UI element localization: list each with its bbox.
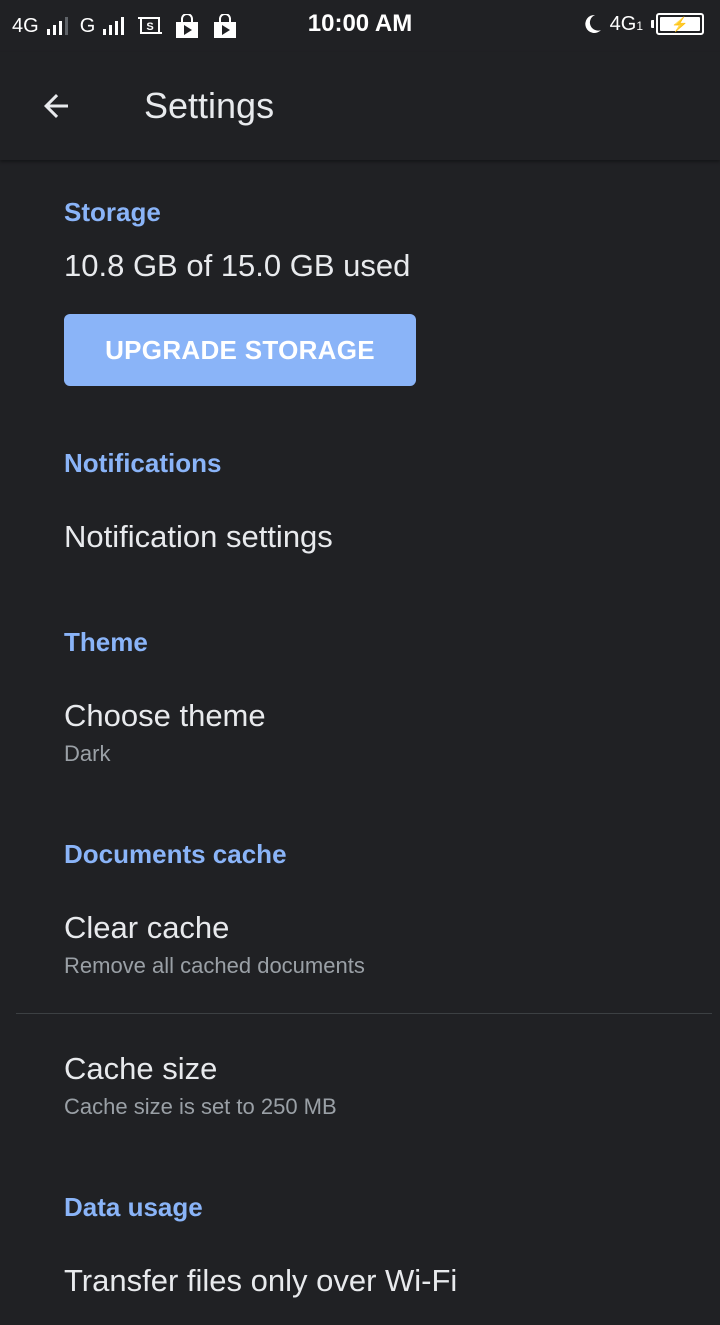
network-type-3-label: 4G — [609, 12, 637, 35]
sim-index: 1 — [636, 18, 643, 33]
choose-theme-label: Choose theme — [64, 698, 266, 733]
upgrade-storage-button[interactable]: UPGRADE STORAGE — [64, 314, 416, 386]
section-header-theme: Theme — [64, 627, 148, 657]
network-type-3: 4G1 — [610, 13, 643, 36]
status-bar: 4G G S 10:00 AM 4G1 ⚡ — [0, 0, 720, 52]
wifi-only-transfer-item[interactable]: Transfer files only over Wi-Fi — [0, 1245, 720, 1325]
cache-size-label: Cache size — [64, 1051, 218, 1086]
moon-icon — [582, 13, 602, 35]
notification-settings-label: Notification settings — [64, 519, 333, 554]
clock-text: 10:00 AM — [307, 10, 413, 37]
theme-value: Dark — [64, 741, 111, 766]
section-header-storage: Storage — [64, 197, 161, 227]
clear-cache-description: Remove all cached documents — [64, 953, 365, 978]
arrow-back-icon — [44, 94, 68, 118]
cache-size-item[interactable]: Cache size Cache size is set to 250 MB — [0, 1030, 720, 1150]
notification-settings-item[interactable]: Notification settings — [0, 500, 720, 580]
section-header-data-usage: Data usage — [64, 1192, 203, 1222]
storage-usage-text: 10.8 GB of 15.0 GB used — [64, 248, 411, 283]
status-right: 4G1 ⚡ — [582, 10, 704, 38]
cache-size-description: Cache size is set to 250 MB — [64, 1094, 337, 1119]
section-header-documents-cache: Documents cache — [64, 839, 287, 869]
wifi-only-transfer-label: Transfer files only over Wi-Fi — [64, 1263, 458, 1298]
page-title: Settings — [144, 85, 275, 126]
back-button[interactable] — [24, 82, 88, 130]
app-bar: Settings — [0, 52, 720, 160]
battery-charging-icon: ⚡ — [656, 13, 704, 35]
clear-cache-item[interactable]: Clear cache Remove all cached documents — [0, 890, 720, 1010]
battery-nub — [651, 20, 654, 28]
choose-theme-item[interactable]: Choose theme Dark — [0, 680, 720, 790]
clear-cache-label: Clear cache — [64, 910, 230, 945]
section-header-notifications: Notifications — [64, 448, 222, 478]
divider — [16, 1013, 712, 1014]
